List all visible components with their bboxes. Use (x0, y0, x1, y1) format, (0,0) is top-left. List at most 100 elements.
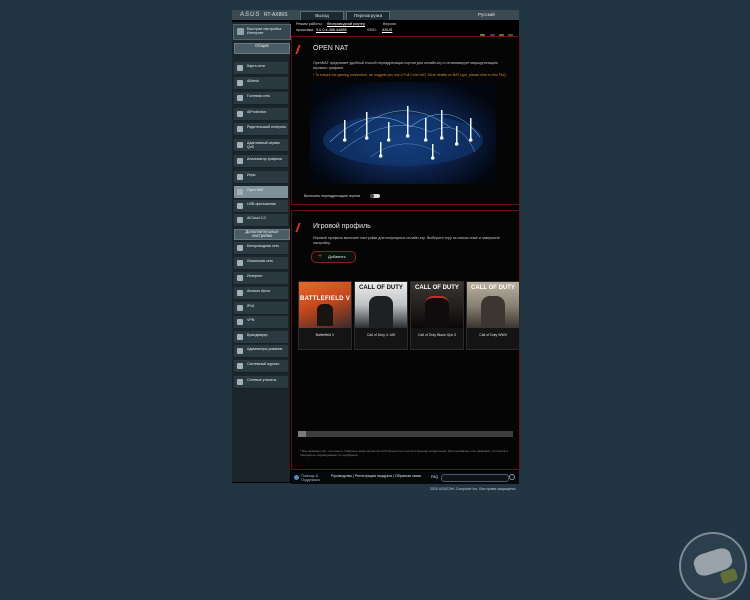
opennat-title: OPEN NAT (313, 45, 349, 52)
sidebar-item-label: Родительский контроль (247, 125, 287, 129)
sidebar-item-label: Open NAT (247, 188, 264, 192)
title-accent-icon (295, 45, 301, 54)
watermark-logo (679, 532, 747, 600)
sidebar-item-label: AiMesh (247, 79, 259, 83)
horizontal-scrollbar[interactable] (298, 431, 513, 437)
sidebar-item-label: Карта сети (247, 64, 265, 68)
menu-icon (237, 290, 243, 296)
sidebar-item[interactable]: Администри-рование (234, 345, 288, 358)
menu-icon (237, 158, 243, 164)
sidebar-item[interactable]: Гостевая сеть (234, 92, 288, 105)
footer-links[interactable]: Руководство | Регистрация продукта | Обр… (331, 474, 426, 478)
faq-label: FAQ (431, 475, 439, 479)
game-cover: CALL OF DUTY (355, 282, 407, 328)
sidebar-item-label: Локальная сеть (247, 259, 274, 263)
menu-icon (237, 305, 243, 311)
menu-icon (237, 334, 243, 340)
sidebar: Быстрая настройка Интернет Общие Карта се… (232, 22, 291, 482)
sidebar-item-label: Администри-рование (247, 347, 283, 351)
game-name: Call of Duty 4: AW (366, 333, 396, 337)
add-profile-button[interactable]: + Добавить (311, 251, 356, 263)
menu-icon (237, 245, 243, 251)
scrollbar-thumb[interactable] (298, 431, 306, 437)
menu-icon (237, 111, 243, 117)
world-map-image (310, 82, 496, 184)
sidebar-item[interactable]: AiProtection (234, 108, 288, 121)
sidebar-group-header: Общие (234, 43, 290, 54)
opennat-description: OpenNAT предлагает удобный способ переад… (313, 61, 498, 70)
sidebar-item[interactable]: VPN (234, 316, 288, 329)
game-name: Battlefield V (315, 333, 335, 337)
sidebar-item-label: Беспроводная сеть (247, 244, 280, 248)
sidebar-item[interactable]: Amazon Alexa (234, 287, 288, 300)
game-name: Call of Duty Black Ops 3 (418, 333, 456, 337)
sidebar-item[interactable]: USB-приложение (234, 200, 288, 213)
sidebar-item-label: AiCloud 2.0 (247, 216, 266, 220)
sidebar-item-label: Адаптивный сервис QoS (247, 141, 281, 149)
menu-icon (237, 217, 243, 223)
sidebar-item[interactable]: Интернет (234, 272, 288, 285)
add-profile-label: Добавить (328, 254, 346, 259)
menu-icon (237, 80, 243, 86)
sidebar-item[interactable]: Родительский контроль (234, 123, 288, 136)
sidebar-item[interactable]: Open NAT (234, 186, 288, 199)
menu-icon (237, 348, 243, 354)
trademark-note: * Все названия игр, логотипы и товарные … (300, 449, 508, 457)
sidebar-item[interactable]: AiCloud 2.0 (234, 214, 288, 227)
port-forwarding-label: Включить переадресацию портов (304, 194, 361, 198)
game-name: Call of Duty WWII (479, 333, 507, 337)
game-card-battlefield[interactable]: BATTLEFIELD V Battlefield V (298, 281, 352, 350)
mode-label: Режим работы: (296, 22, 323, 26)
sidebar-item-label: Игры (247, 173, 256, 177)
opennat-tip[interactable]: * To ensure the gaming connection, we su… (313, 73, 508, 78)
network-map-graphic (323, 106, 483, 166)
sidebar-item[interactable]: AiMesh (234, 77, 288, 90)
ssid-value: ASUS (382, 28, 393, 32)
info-bar: Режим работы: беспроводной роутер Версия… (294, 20, 519, 39)
menu-icon (237, 275, 243, 281)
title-accent-icon (295, 223, 301, 232)
sidebar-item[interactable]: Сетевые утилиты (234, 376, 288, 389)
sidebar-item[interactable]: IPv6 (234, 302, 288, 315)
sidebar-item[interactable]: Системный журнал (234, 360, 288, 373)
game-cover: CALL OF DUTY (467, 282, 519, 328)
search-icon[interactable] (509, 474, 515, 480)
sidebar-item[interactable]: Беспроводная сеть (234, 242, 288, 255)
sidebar-item-label: Amazon Alexa (247, 289, 270, 293)
port-forwarding-toggle[interactable] (370, 194, 380, 198)
model-name: RT-AX86S (264, 12, 288, 18)
wand-icon (237, 28, 244, 35)
help-icon (294, 475, 299, 480)
firmware-label: прошивки: (296, 28, 315, 32)
game-card-cod-wwii[interactable]: CALL OF DUTY Call of Duty WWII (466, 281, 520, 350)
sidebar-item-label: Гостевая сеть (247, 94, 271, 98)
sidebar-item-label: VPN (247, 318, 255, 322)
firmware-value[interactable]: 3.0.0.4.386.44888 (316, 28, 347, 32)
asus-logo: ASUS (240, 12, 261, 18)
faq-search-input[interactable] (441, 474, 509, 482)
menu-icon (237, 174, 243, 180)
game-card-cod-bo3[interactable]: CALL OF DUTY Call of Duty Black Ops 3 (410, 281, 464, 350)
menu-icon (237, 260, 243, 266)
top-bar: ASUS RT-AX86S Выход Перезагрузка Русский (232, 10, 519, 21)
sidebar-item[interactable]: Карта сети (234, 62, 288, 75)
menu-icon (237, 203, 243, 209)
menu-icon (237, 142, 243, 148)
sidebar-item-label: Интернет (247, 274, 263, 278)
sidebar-item[interactable]: Локальная сеть (234, 257, 288, 270)
quick-setup-label: Быстрая настройка Интернет (247, 27, 282, 36)
sidebar-item[interactable]: Игры (234, 171, 288, 184)
game-profile-title: Игровой профиль (313, 223, 371, 230)
help-support-link[interactable]: Помощь & Поддержка (301, 474, 325, 482)
menu-icon (237, 379, 243, 385)
mode-value[interactable]: беспроводной роутер (327, 22, 365, 26)
sidebar-item[interactable]: Брандмауэр (234, 331, 288, 344)
language-select[interactable]: Русский (478, 12, 495, 17)
menu-icon (237, 126, 243, 132)
quick-setup-button[interactable]: Быстрая настройка Интернет (233, 24, 291, 40)
sidebar-item[interactable]: Адаптивный сервис QoS (234, 139, 288, 152)
plus-icon: + (318, 253, 323, 260)
menu-icon (237, 189, 243, 195)
sidebar-item[interactable]: Анализатор трафика (234, 155, 288, 168)
game-card-cod-aw[interactable]: CALL OF DUTY Call of Duty 4: AW (354, 281, 408, 350)
